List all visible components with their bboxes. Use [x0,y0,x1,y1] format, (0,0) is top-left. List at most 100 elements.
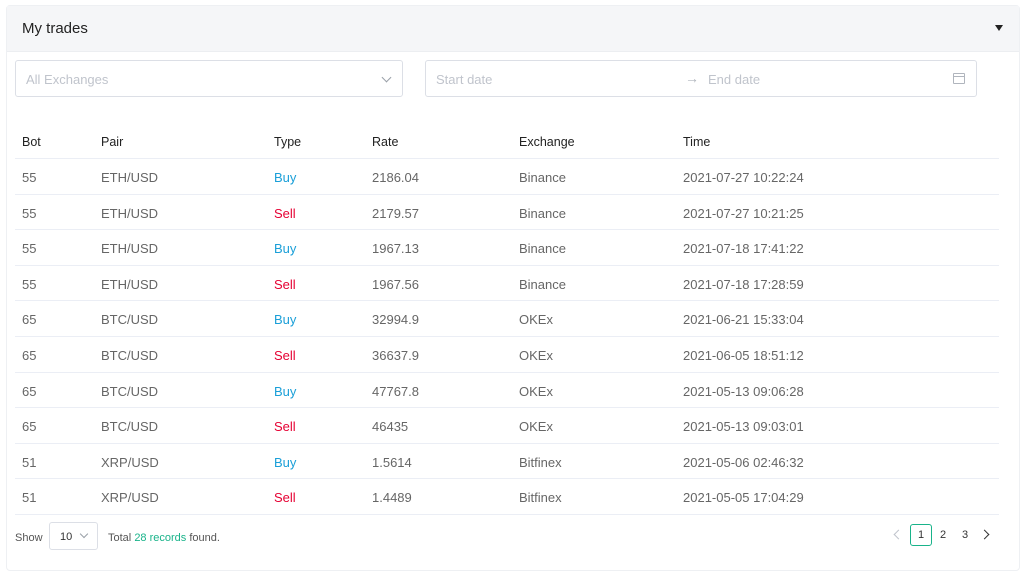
table-row: 55 ETH/USD Sell 1967.56 Binance 2021-07-18 17… [15,266,999,302]
column-header-exchange: Exchange [519,135,575,149]
exchange-cell: Binance [519,241,566,257]
type-cell: Sell [274,490,296,506]
date-range-picker[interactable]: Start date → End date [425,60,977,97]
bot-cell: 65 [22,312,37,328]
panel-header[interactable]: My trades [7,6,1019,52]
rate-cell: 1967.56 [372,276,419,292]
exchange-cell: OKEx [519,419,553,435]
total-records: Total 28 records found. [108,532,220,544]
rate-cell: 47767.8 [372,383,419,399]
table-footer: Show 10 Total 28 records found. 1 2 3 [15,522,999,552]
rate-cell: 1.4489 [372,490,412,506]
time-cell: 2021-05-13 09:06:28 [683,383,804,399]
pair-cell: XRP/USD [101,454,159,470]
exchange-cell: OKEx [519,347,553,363]
pair-cell: ETH/USD [101,276,159,292]
type-cell: Buy [274,383,297,399]
pagination: 1 2 3 [889,522,999,550]
bot-cell: 51 [22,490,37,506]
bot-cell: 55 [22,241,37,257]
pair-cell: XRP/USD [101,490,159,506]
rate-cell: 36637.9 [372,347,419,363]
range-arrow-icon: → [685,70,699,86]
type-cell: Sell [274,276,296,292]
trades-table: Bot Pair Type Rate Exchange Time 55 ETH/U… [15,122,999,515]
page-size-select[interactable]: 10 [49,522,98,550]
column-header-rate: Rate [372,135,399,149]
column-header-bot: Bot [22,135,41,149]
show-label: Show [15,532,43,544]
table-row: 55 ETH/USD Buy 1967.13 Binance 2021-07-18 17:… [15,230,999,266]
type-cell: Buy [274,454,297,470]
table-row: 55 ETH/USD Sell 2179.57 Binance 2021-07-27 10… [15,195,999,231]
time-cell: 2021-06-05 18:51:12 [683,347,804,363]
collapse-caret-icon[interactable] [995,25,1003,31]
time-cell: 2021-05-06 02:46:32 [683,454,804,470]
time-cell: 2021-07-18 17:28:59 [683,276,804,292]
prev-page-icon[interactable] [893,529,904,540]
bot-cell: 55 [22,205,37,221]
page-button-1[interactable]: 1 [910,524,932,546]
time-cell: 2021-07-27 10:22:24 [683,170,804,185]
exchange-select-placeholder: All Exchanges [26,72,109,87]
table-row: 65 BTC/USD Buy 32994.9 OKEx 2021-06-21 15:33:… [15,301,999,337]
rate-cell: 1967.13 [372,241,419,257]
pair-cell: BTC/USD [101,347,159,363]
bot-cell: 65 [22,419,37,435]
exchange-cell: OKEx [519,383,553,399]
type-cell: Buy [274,312,297,328]
calendar-icon [953,73,965,84]
page-button-2[interactable]: 2 [932,524,954,546]
page-button-3[interactable]: 3 [954,524,976,546]
type-cell: Buy [274,241,297,257]
table-row: 51 XRP/USD Sell 1.4489 Bitfinex 2021-05-05 17… [15,479,999,515]
bot-cell: 65 [22,383,37,399]
table-row: 51 XRP/USD Buy 1.5614 Bitfinex 2021-05-06 02:… [15,444,999,480]
type-cell: Sell [274,347,296,363]
column-header-type: Type [274,135,302,149]
time-cell: 2021-07-27 10:21:25 [683,205,804,221]
pair-cell: BTC/USD [101,383,159,399]
bot-cell: 51 [22,454,37,470]
rate-cell: 2186.04 [372,170,419,185]
time-cell: 2021-07-18 17:41:22 [683,241,804,257]
chevron-down-icon [381,72,392,83]
exchange-cell: OKEx [519,312,553,328]
table-row: 65 BTC/USD Sell 36637.9 OKEx 2021-06-05 18:51… [15,337,999,373]
rate-cell: 2179.57 [372,205,419,221]
time-cell: 2021-05-13 09:03:01 [683,419,804,435]
exchange-select[interactable]: All Exchanges [15,60,403,97]
type-cell: Buy [274,170,297,185]
rate-cell: 1.5614 [372,454,412,470]
rate-cell: 32994.9 [372,312,419,328]
pair-cell: ETH/USD [101,170,159,185]
start-date-input[interactable]: Start date [436,72,492,87]
total-count: 28 records [134,532,187,544]
pair-cell: ETH/USD [101,241,159,257]
pair-cell: BTC/USD [101,419,159,435]
table-row: 55 ETH/USD Buy 2186.04 Binance 2021-07-27 10:… [15,159,999,195]
total-prefix: Total [108,532,132,544]
exchange-cell: Binance [519,276,566,292]
panel-title: My trades [22,20,88,37]
exchange-cell: Binance [519,205,566,221]
next-page-icon[interactable] [979,529,990,540]
end-date-input[interactable]: End date [708,72,760,87]
type-cell: Sell [274,205,296,221]
table-body: 55 ETH/USD Buy 2186.04 Binance 2021-07-27 10:… [15,159,999,515]
bot-cell: 65 [22,347,37,363]
column-header-time: Time [683,135,711,149]
table-header: Bot Pair Type Rate Exchange Time [15,122,999,159]
exchange-cell: Bitfinex [519,454,562,470]
column-header-pair: Pair [101,135,124,149]
bot-cell: 55 [22,276,37,292]
exchange-cell: Bitfinex [519,490,562,506]
rate-cell: 46435 [372,419,409,435]
pair-cell: ETH/USD [101,205,159,221]
table-row: 65 BTC/USD Sell 46435 OKEx 2021-05-13 09:03:0… [15,408,999,444]
time-cell: 2021-06-21 15:33:04 [683,312,804,328]
time-cell: 2021-05-05 17:04:29 [683,490,804,506]
table-row: 65 BTC/USD Buy 47767.8 OKEx 2021-05-13 09:06:… [15,373,999,409]
type-cell: Sell [274,419,296,435]
chevron-down-icon [79,529,89,539]
